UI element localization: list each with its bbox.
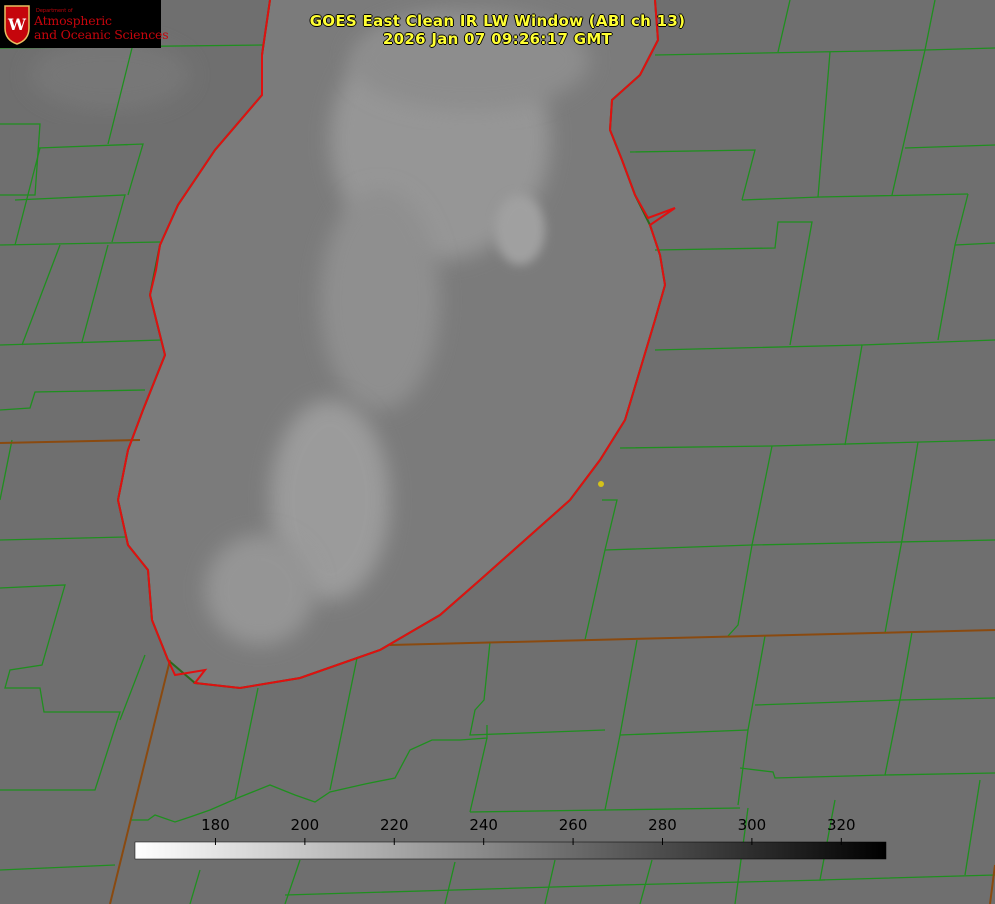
cloud-patch [30, 40, 190, 110]
satellite-image-view: W Department of Atmospheric and Oceanic … [0, 0, 995, 904]
location-marker [598, 481, 604, 487]
ir-map [0, 0, 995, 904]
image-timestamp: 2026 Jan 07 09:26:17 GMT [382, 30, 613, 48]
image-title: GOES East Clean IR LW Window (ABI ch 13) [309, 12, 686, 30]
